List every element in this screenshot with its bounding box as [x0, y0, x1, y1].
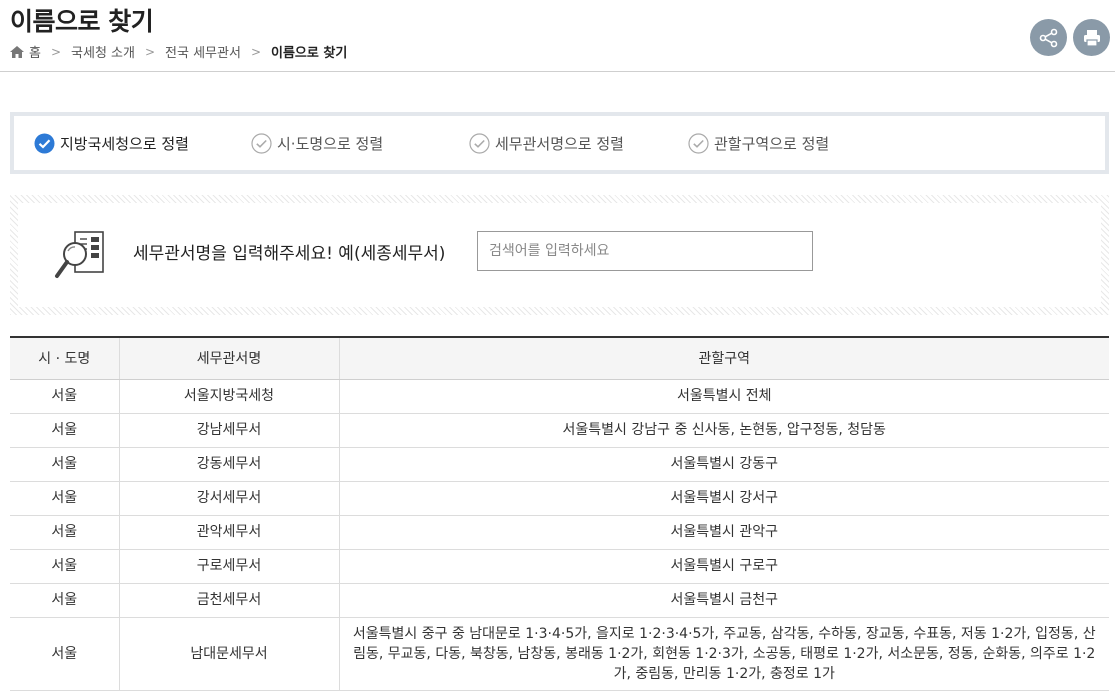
- breadcrumb-home-label: 홈: [29, 46, 41, 61]
- search-panel: 세무관서명을 입력해주세요! 예(세종세무서): [10, 195, 1109, 315]
- share-button[interactable]: [1030, 19, 1067, 56]
- chevron-right-icon: >: [144, 44, 156, 59]
- cell-region: 서울: [10, 515, 120, 550]
- sort-options: 지방국세청으로 정렬 시·도명으로 정렬 세무관서명으로 정렬 관할구역으로 정…: [10, 112, 1109, 174]
- cell-jurisdiction: 서울특별시 강동구: [339, 447, 1109, 482]
- cell-office: 강남세무서: [119, 413, 340, 448]
- cell-office: 강서세무서: [119, 481, 340, 516]
- chevron-right-icon: >: [250, 44, 261, 59]
- sort-by-city[interactable]: 시·도명으로 정렬: [251, 133, 383, 154]
- breadcrumb-home[interactable]: 홈: [10, 42, 41, 61]
- sort-option-label: 지방국세청으로 정렬: [60, 135, 189, 153]
- cell-jurisdiction: 서울특별시 관악구: [339, 515, 1109, 550]
- cell-jurisdiction: 서울특별시 중구 중 남대문로 1·3·4·5가, 을지로 1·2·3·4·5가…: [339, 617, 1109, 691]
- cell-office: 구로세무서: [119, 549, 340, 584]
- table-row: 서울 남대문세무서 서울특별시 중구 중 남대문로 1·3·4·5가, 을지로 …: [10, 617, 1109, 691]
- cell-office: 강동세무서: [119, 447, 340, 482]
- cell-region: 서울: [10, 413, 120, 448]
- page-header: 이름으로 찾기 홈 > 국세청 소개 > 전국 세무관서 > 이름으로 찾기: [0, 0, 1115, 72]
- breadcrumb-item-offices[interactable]: 전국 세무관서: [165, 42, 241, 61]
- cell-jurisdiction: 서울특별시 전체: [339, 379, 1109, 414]
- sort-option-label: 세무관서명으로 정렬: [495, 135, 624, 153]
- cell-region: 서울: [10, 379, 120, 414]
- check-circle-icon: [469, 133, 490, 154]
- cell-region: 서울: [10, 583, 120, 618]
- breadcrumb-item-current: 이름으로 찾기: [271, 46, 348, 61]
- sort-option-label: 시·도명으로 정렬: [277, 135, 384, 153]
- cell-region: 서울: [10, 617, 120, 691]
- cell-region: 서울: [10, 549, 120, 584]
- breadcrumb-item-about[interactable]: 국세청 소개: [71, 42, 135, 61]
- cell-jurisdiction: 서울특별시 강남구 중 신사동, 논현동, 압구정동, 청담동: [339, 413, 1109, 448]
- table-row: 서울 강서세무서 서울특별시 강서구: [10, 481, 1109, 516]
- chevron-right-icon: >: [50, 44, 62, 59]
- check-circle-filled-icon: [34, 133, 55, 154]
- cell-jurisdiction: 서울특별시 구로구: [339, 549, 1109, 584]
- table-row: 서울 관악세무서 서울특별시 관악구: [10, 515, 1109, 550]
- table-row: 서울 구로세무서 서울특별시 구로구: [10, 549, 1109, 584]
- cell-region: 서울: [10, 447, 120, 482]
- cell-jurisdiction: 서울특별시 금천구: [339, 583, 1109, 618]
- print-button[interactable]: [1073, 19, 1110, 56]
- check-circle-icon: [688, 133, 709, 154]
- office-table-container: 시 · 도명 세무관서명 관할구역 서울 서울지방국세청 서울특별시 전체 서울…: [10, 336, 1109, 691]
- cell-jurisdiction: 서울특별시 강서구: [339, 481, 1109, 516]
- cell-office: 금천세무서: [119, 583, 340, 618]
- document-search-icon: [55, 231, 104, 278]
- cell-office: 남대문세무서: [119, 617, 340, 691]
- column-header-jurisdiction: 관할구역: [339, 337, 1109, 380]
- table-header-row: 시 · 도명 세무관서명 관할구역: [10, 337, 1109, 380]
- cell-office: 관악세무서: [119, 515, 340, 550]
- search-input[interactable]: [477, 231, 813, 271]
- breadcrumb: 홈 > 국세청 소개 > 전국 세무관서 > 이름으로 찾기: [10, 42, 347, 61]
- table-row: 서울 금천세무서 서울특별시 금천구: [10, 583, 1109, 618]
- share-icon: [1039, 28, 1057, 47]
- column-header-office: 세무관서명: [119, 337, 340, 380]
- check-circle-icon: [251, 133, 272, 154]
- print-icon: [1083, 29, 1100, 47]
- sort-option-label: 관할구역으로 정렬: [714, 135, 830, 153]
- search-panel-inner: 세무관서명을 입력해주세요! 예(세종세무서): [18, 203, 1101, 307]
- sort-by-jurisdiction[interactable]: 관할구역으로 정렬: [688, 133, 829, 154]
- sort-by-office-name[interactable]: 세무관서명으로 정렬: [469, 133, 624, 154]
- column-header-region: 시 · 도명: [10, 337, 120, 380]
- page-title: 이름으로 찾기: [10, 7, 154, 36]
- sort-by-regional-office[interactable]: 지방국세청으로 정렬: [34, 133, 189, 154]
- cell-region: 서울: [10, 481, 120, 516]
- table-row: 서울 강동세무서 서울특별시 강동구: [10, 447, 1109, 482]
- office-table: 시 · 도명 세무관서명 관할구역 서울 서울지방국세청 서울특별시 전체 서울…: [10, 336, 1109, 691]
- table-row: 서울 강남세무서 서울특별시 강남구 중 신사동, 논현동, 압구정동, 청담동: [10, 413, 1109, 448]
- cell-office: 서울지방국세청: [119, 379, 340, 414]
- home-icon: [10, 45, 24, 58]
- table-row: 서울 서울지방국세청 서울특별시 전체: [10, 379, 1109, 414]
- search-label: 세무관서명을 입력해주세요! 예(세종세무서): [133, 244, 446, 264]
